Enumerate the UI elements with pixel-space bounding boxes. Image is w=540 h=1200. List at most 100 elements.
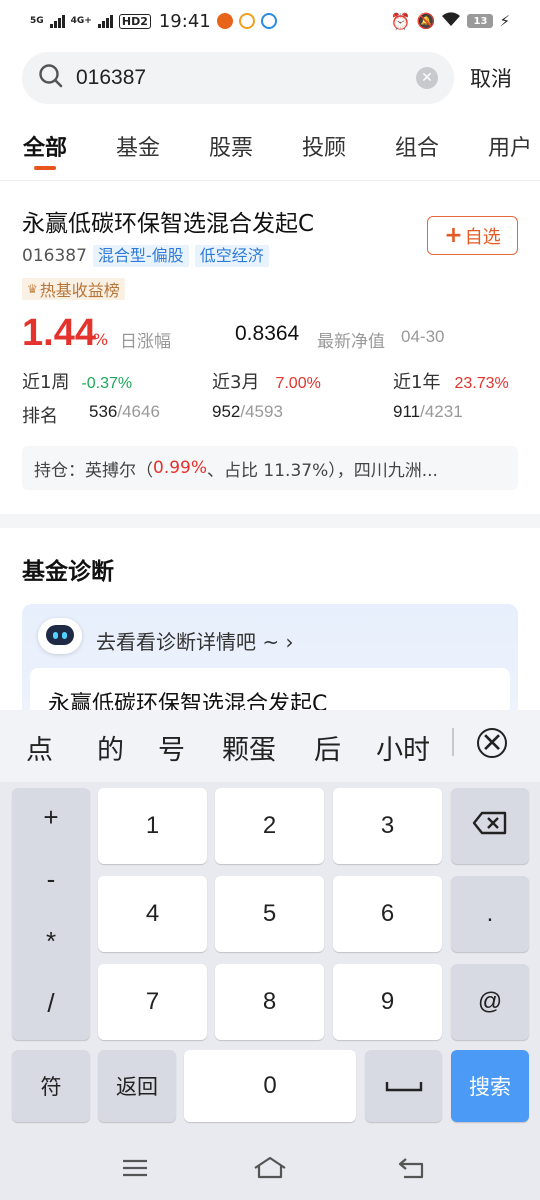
diagnosis-link[interactable]: 去看看诊断详情吧 ~ › bbox=[96, 626, 293, 655]
fund-name[interactable]: 永赢低碳环保智选混合发起C bbox=[22, 204, 314, 238]
candidate-2[interactable]: 的 bbox=[97, 728, 124, 767]
wifi-icon bbox=[441, 11, 461, 31]
crown-icon: ♛ bbox=[27, 282, 38, 296]
search-submit-button[interactable]: 搜索 bbox=[451, 1050, 529, 1122]
key-slash[interactable]: / bbox=[12, 988, 90, 1019]
holdings-summary[interactable]: 持仓：英搏尔（ 0.99% 、占比 11.37%），四川九洲... bbox=[22, 446, 518, 490]
backspace-icon bbox=[472, 811, 508, 842]
tab-all[interactable]: 全部 bbox=[23, 130, 67, 162]
key-asterisk[interactable]: * bbox=[12, 926, 90, 957]
perf-3m-label: 近3月 bbox=[212, 372, 260, 393]
rank-label: 排名 bbox=[22, 406, 58, 427]
keyboard: 点 的 号 颗蛋 后 小时 ✕ + - * / 1 2 3 4 5 6 . 7 … bbox=[0, 710, 540, 1140]
signal-icon bbox=[49, 14, 65, 28]
home-icon[interactable] bbox=[252, 1156, 288, 1187]
back-icon[interactable] bbox=[398, 1156, 426, 1187]
perf-1w-value: -0.37% bbox=[81, 375, 133, 392]
tab-users[interactable]: 用户 bbox=[488, 130, 532, 162]
key-2[interactable]: 2 bbox=[215, 788, 324, 864]
search-row: ✕ 取消 bbox=[22, 52, 522, 104]
key-8[interactable]: 8 bbox=[215, 964, 324, 1040]
key-at[interactable]: @ bbox=[451, 964, 529, 1040]
tab-stocks[interactable]: 股票 bbox=[209, 130, 253, 162]
battery-icon: 13 bbox=[467, 14, 494, 28]
app-notification-icon-3 bbox=[260, 13, 277, 29]
symbol-column[interactable]: + - * / bbox=[12, 788, 90, 1040]
fund-code: 016387 bbox=[22, 246, 87, 266]
tab-portfolios[interactable]: 组合 bbox=[395, 130, 439, 162]
tab-advisory[interactable]: 投顾 bbox=[302, 130, 346, 162]
rank-1w-pos: 536 bbox=[89, 402, 118, 421]
search-input[interactable] bbox=[76, 66, 416, 90]
add-watchlist-button[interactable]: + 自选 bbox=[427, 216, 518, 255]
search-box[interactable]: ✕ bbox=[22, 52, 454, 104]
tab-funds[interactable]: 基金 bbox=[116, 130, 160, 162]
hd-icon: HD2 bbox=[118, 13, 151, 29]
app-notification-icon-2 bbox=[238, 13, 255, 29]
active-tab-indicator bbox=[34, 166, 56, 170]
perf-3m: 近3月 7.00% bbox=[212, 368, 321, 394]
perf-3m-value: 7.00% bbox=[275, 375, 321, 392]
rank-3m-total: /4593 bbox=[240, 402, 283, 421]
mute-icon: 🔕 bbox=[416, 12, 436, 30]
robot-icon bbox=[38, 618, 82, 654]
rank-1w-total: /4646 bbox=[117, 402, 160, 421]
fund-meta: 016387 混合型-偏股 低空经济 bbox=[22, 245, 269, 267]
divider bbox=[0, 180, 540, 181]
candidate-6[interactable]: 小时 bbox=[376, 728, 430, 767]
rank-3m-pos: 952 bbox=[212, 402, 241, 421]
symbols-key[interactable]: 符 bbox=[12, 1050, 90, 1122]
perf-1w: 近1周 -0.37% bbox=[22, 368, 132, 394]
rank-1y-pos: 911 bbox=[393, 402, 421, 421]
key-dot[interactable]: . bbox=[451, 876, 529, 952]
system-nav-bar bbox=[0, 1140, 540, 1200]
status-bar: 5G 4G+ HD2 19:41 ⏰ 🔕 13 ⚡ bbox=[0, 0, 540, 42]
key-1[interactable]: 1 bbox=[98, 788, 207, 864]
key-0[interactable]: 0 bbox=[184, 1050, 356, 1122]
perf-1y: 近1年 23.73% bbox=[393, 368, 509, 394]
key-minus[interactable]: - bbox=[12, 864, 90, 895]
category-tabs: 全部 基金 股票 投顾 组合 用户 bbox=[0, 122, 540, 172]
holdings-suffix: 、占比 11.37%），四川九洲... bbox=[207, 460, 438, 481]
diagnosis-card[interactable]: 去看看诊断详情吧 ~ › 永赢低碳环保智选混合发起C bbox=[22, 604, 518, 728]
holdings-change: 0.99% bbox=[153, 458, 208, 478]
space-icon bbox=[385, 1072, 423, 1100]
perf-1y-value: 23.73% bbox=[454, 375, 509, 392]
rank-1w: 536/4646 bbox=[89, 402, 160, 422]
rank-1y: 911/4231 bbox=[393, 402, 463, 422]
app-notification-icon bbox=[216, 13, 233, 29]
candidate-divider bbox=[452, 728, 454, 756]
clear-icon[interactable]: ✕ bbox=[416, 67, 438, 89]
perf-1y-label: 近1年 bbox=[393, 372, 441, 393]
back-key[interactable]: 返回 bbox=[98, 1050, 176, 1122]
add-watchlist-label: 自选 bbox=[464, 226, 501, 248]
close-candidates-icon[interactable]: ✕ bbox=[477, 728, 507, 759]
menu-icon[interactable] bbox=[121, 1156, 149, 1186]
key-9[interactable]: 9 bbox=[333, 964, 442, 1040]
rank-3m: 952/4593 bbox=[212, 402, 283, 422]
key-6[interactable]: 6 bbox=[333, 876, 442, 952]
day-change-value: 1.44 bbox=[22, 312, 96, 354]
key-7[interactable]: 7 bbox=[98, 964, 207, 1040]
candidate-3[interactable]: 号 bbox=[158, 728, 185, 767]
day-change-unit: % bbox=[93, 330, 109, 349]
holdings-prefix: 持仓：英搏尔（ bbox=[34, 460, 153, 481]
key-plus[interactable]: + bbox=[12, 802, 90, 833]
signal-icon-2 bbox=[97, 14, 113, 28]
key-4[interactable]: 4 bbox=[98, 876, 207, 952]
candidate-5[interactable]: 后 bbox=[314, 728, 341, 767]
plus-icon: + bbox=[444, 223, 463, 248]
key-5[interactable]: 5 bbox=[215, 876, 324, 952]
hot-rank-tag[interactable]: ♛ 热基收益榜 bbox=[22, 278, 125, 300]
candidate-4[interactable]: 颗蛋 bbox=[222, 728, 276, 767]
rank-1y-total: /4231 bbox=[420, 402, 463, 421]
search-icon bbox=[38, 63, 64, 93]
key-3[interactable]: 3 bbox=[333, 788, 442, 864]
candidate-1[interactable]: 点 bbox=[26, 728, 53, 767]
day-change-label: 日涨幅 bbox=[120, 332, 171, 352]
cancel-button[interactable]: 取消 bbox=[470, 63, 512, 93]
space-key[interactable] bbox=[365, 1050, 442, 1122]
backspace-key[interactable] bbox=[451, 788, 529, 864]
candidate-bar: 点 的 号 颗蛋 后 小时 ✕ bbox=[0, 710, 540, 782]
clock: 19:41 bbox=[158, 10, 211, 32]
